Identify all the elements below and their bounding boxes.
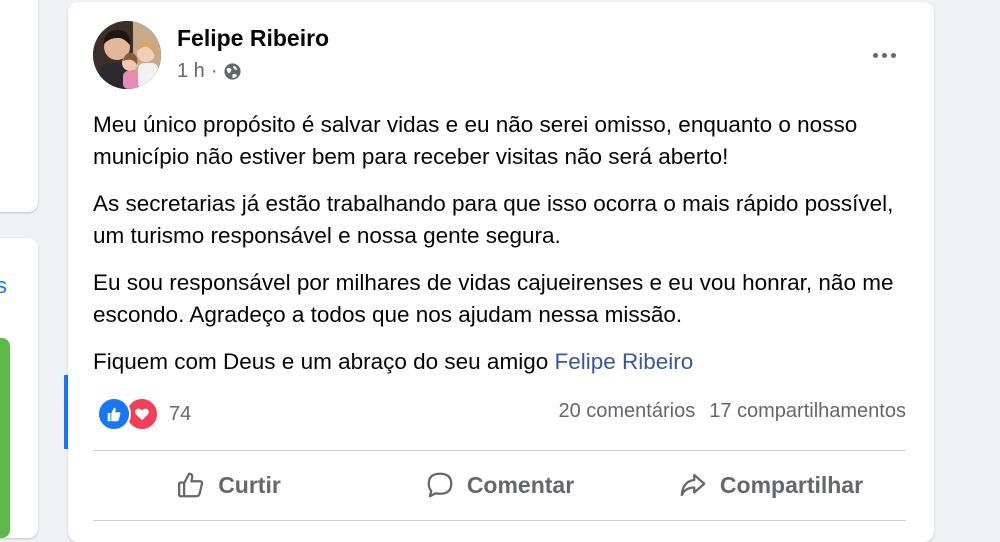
post-closing: Fiquem com Deus e um abraço do seu amigo… — [93, 346, 923, 378]
post-paragraph: Meu único propósito é salvar vidas e eu … — [93, 112, 858, 169]
globe-icon[interactable] — [223, 62, 242, 81]
divider — [93, 450, 906, 451]
closing-text: Fiquem com Deus e um abraço do seu amigo — [93, 349, 555, 374]
like-button[interactable]: Curtir — [93, 454, 364, 516]
divider — [93, 520, 906, 521]
post-body: Meu único propósito é salvar vidas e eu … — [93, 109, 923, 393]
dot-icon — [872, 52, 878, 58]
comment-button[interactable]: Comentar — [364, 454, 635, 516]
sidebar-link-fragment[interactable]: s — [0, 273, 7, 299]
like-label: Curtir — [218, 471, 281, 498]
share-label: Compartilhar — [719, 471, 864, 498]
post-time[interactable]: 1 h — [177, 60, 205, 83]
post-card: Felipe Ribeiro 1 h · Meu único propósito… — [68, 2, 934, 542]
sidebar-card — [0, 0, 38, 212]
dot-icon — [881, 52, 887, 58]
comment-icon — [427, 472, 453, 498]
thumbs-up-icon — [178, 472, 204, 498]
share-button[interactable]: Compartilhar — [635, 454, 906, 516]
dot-icon — [890, 52, 896, 58]
engagement-counts: 20 comentários 17 compartilhamentos — [558, 400, 906, 423]
reactions-summary[interactable]: 74 — [97, 397, 191, 431]
reaction-count: 74 — [169, 402, 192, 425]
share-icon — [680, 473, 706, 497]
comment-label: Comentar — [466, 471, 575, 498]
avatar[interactable] — [93, 21, 161, 89]
author-name[interactable]: Felipe Ribeiro — [177, 25, 329, 52]
shares-count-link[interactable]: 17 compartilhamentos — [709, 400, 906, 423]
post-paragraph: Eu sou responsável por milhares de vidas… — [93, 270, 894, 327]
post-meta: 1 h · — [177, 60, 242, 83]
separator-dot: · — [210, 60, 218, 82]
comments-count-link[interactable]: 20 comentários — [558, 400, 695, 423]
like-reaction-icon — [97, 397, 131, 431]
more-options-button[interactable] — [864, 40, 904, 70]
sidebar-green-block — [0, 338, 10, 538]
post-actions: Curtir Comentar Compartilhar — [93, 454, 906, 516]
mention-link[interactable]: Felipe Ribeiro — [554, 349, 693, 374]
post-paragraph: As secretarias já estão trabalhando para… — [93, 191, 894, 248]
